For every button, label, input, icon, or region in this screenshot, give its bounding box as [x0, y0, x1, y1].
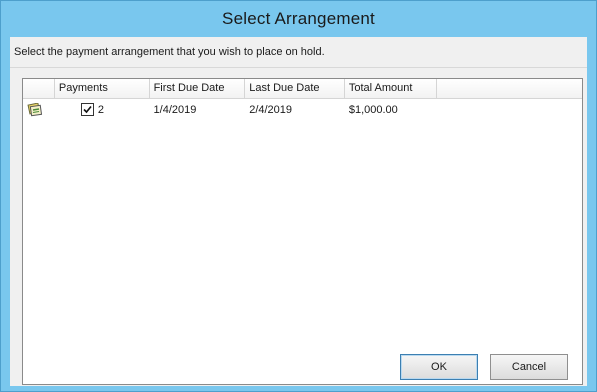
separator	[10, 67, 587, 68]
last-due-date-cell: 2/4/2019	[249, 104, 293, 116]
column-header-first-due-date[interactable]: First Due Date	[150, 79, 246, 98]
arrangement-grid: Payments First Due Date Last Due Date To…	[22, 78, 583, 385]
row-filler-cell	[437, 100, 582, 120]
dialog-window: Select Arrangement Select the payment ar…	[0, 0, 597, 392]
column-header-filler	[437, 79, 582, 98]
row-icon-cell	[23, 100, 55, 120]
column-header-total-amount[interactable]: Total Amount	[345, 79, 437, 98]
payments-cell: 2	[55, 100, 150, 120]
payments-value: 2	[97, 104, 105, 116]
dialog-body: Select the payment arrangement that you …	[10, 37, 587, 386]
window-title: Select Arrangement	[222, 9, 375, 28]
first-due-date-cell: 1/4/2019	[153, 104, 197, 116]
column-header-icon[interactable]	[23, 79, 55, 98]
title-bar[interactable]: Select Arrangement	[1, 1, 596, 37]
grid-header: Payments First Due Date Last Due Date To…	[23, 79, 582, 99]
ok-button[interactable]: OK	[400, 354, 478, 380]
cancel-button[interactable]: Cancel	[490, 354, 568, 380]
payment-arrangement-icon	[27, 102, 43, 120]
column-header-payments[interactable]: Payments	[55, 79, 150, 98]
total-amount-cell: $1,000.00	[348, 104, 398, 116]
table-row[interactable]: 2 1/4/2019 2/4/2019 $1,000.00	[23, 100, 582, 120]
column-header-last-due-date[interactable]: Last Due Date	[245, 79, 345, 98]
checkbox-checked-icon[interactable]	[80, 102, 94, 116]
instruction-text: Select the payment arrangement that you …	[14, 46, 325, 58]
